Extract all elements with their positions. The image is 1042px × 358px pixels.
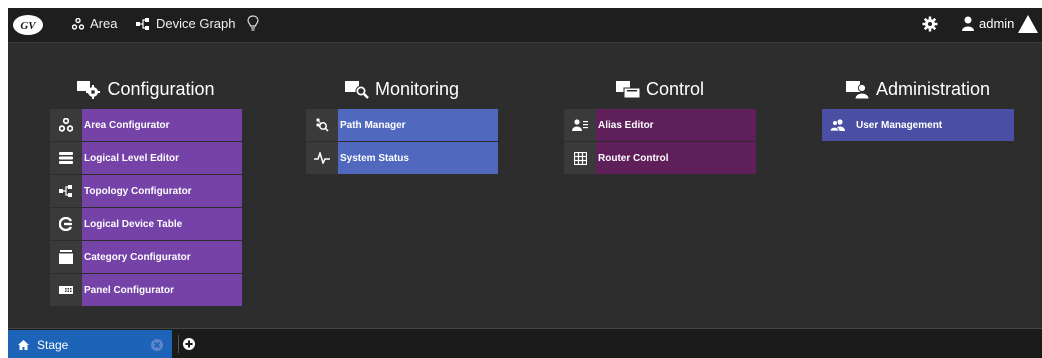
tile-label: Panel Configurator <box>82 274 242 306</box>
control-icon <box>615 81 640 99</box>
user-icon <box>962 16 974 31</box>
alias-icon <box>572 119 588 131</box>
topology-icon <box>59 185 72 197</box>
grid-icon <box>573 151 587 165</box>
nav-area-label: Area <box>90 16 118 31</box>
logical-device-icon <box>59 217 73 231</box>
tile-label: Category Configurator <box>82 241 242 273</box>
tile-label: Logical Level Editor <box>82 142 242 174</box>
tile-alias-editor[interactable]: Alias Editor <box>564 109 756 141</box>
path-manager-icon <box>316 118 329 132</box>
panel-icon <box>59 286 73 294</box>
control-section: Control Alias Editor Router Control <box>564 76 756 175</box>
tile-label: Topology Configurator <box>82 175 242 207</box>
tile-label: Area Configurator <box>82 109 242 141</box>
monitoring-heading: Monitoring <box>306 76 498 102</box>
tile-label: Logical Device Table <box>82 208 242 240</box>
nav-device-graph-label: Device Graph <box>156 16 236 31</box>
control-heading: Control <box>564 76 756 102</box>
tile-category-configurator[interactable]: Category Configurator <box>50 241 242 273</box>
administration-icon <box>845 81 870 99</box>
area-icon <box>59 118 73 132</box>
configuration-icon <box>77 81 101 99</box>
tab-divider <box>178 335 179 353</box>
tile-user-management[interactable]: User Management <box>822 109 1014 141</box>
tab-bar: Stage <box>8 328 1042 358</box>
users-icon <box>830 119 845 131</box>
tile-logical-level-editor[interactable]: Logical Level Editor <box>50 142 242 174</box>
monitoring-title: Monitoring <box>374 78 460 99</box>
hint-button[interactable] <box>247 15 259 31</box>
tab-stage[interactable]: Stage <box>8 330 172 358</box>
tile-path-manager[interactable]: Path Manager <box>306 109 498 141</box>
tile-router-control[interactable]: Router Control <box>564 142 756 174</box>
gv-logo-icon[interactable]: GV <box>12 13 46 37</box>
tile-panel-configurator[interactable]: Panel Configurator <box>50 274 242 306</box>
administration-heading: Administration <box>822 76 1014 102</box>
control-title: Control <box>645 78 705 99</box>
configuration-title: Configuration <box>107 78 215 99</box>
levels-icon <box>59 152 73 164</box>
pulse-icon <box>314 152 330 164</box>
app-window: GV Area Device Graph admin Configuration… <box>8 8 1042 358</box>
user-menu[interactable]: admin <box>962 16 1014 31</box>
svg-text:GV: GV <box>20 20 37 32</box>
administration-title: Administration <box>875 78 991 99</box>
lightbulb-icon <box>247 15 259 31</box>
tile-logical-device-table[interactable]: Logical Device Table <box>50 208 242 240</box>
configuration-section: Configuration Area Configurator Logical … <box>50 76 242 307</box>
top-bar: GV Area Device Graph admin <box>8 8 1042 43</box>
tile-label: System Status <box>338 142 498 174</box>
settings-button[interactable] <box>922 16 938 37</box>
tile-topology-configurator[interactable]: Topology Configurator <box>50 175 242 207</box>
gear-icon <box>922 16 938 32</box>
tile-label: Path Manager <box>338 109 498 141</box>
tile-label: User Management <box>854 109 1014 141</box>
close-tab-icon[interactable] <box>151 339 163 351</box>
area-icon <box>72 17 84 30</box>
tile-system-status[interactable]: System Status <box>306 142 498 174</box>
tile-label: Alias Editor <box>596 109 756 141</box>
warning-icon <box>1018 15 1038 33</box>
nav-device-graph[interactable]: Device Graph <box>136 16 235 31</box>
administration-section: Administration User Management <box>822 76 1014 142</box>
tile-area-configurator[interactable]: Area Configurator <box>50 109 242 141</box>
add-tab-icon[interactable] <box>183 338 195 350</box>
user-name: admin <box>979 16 1015 31</box>
alert-button[interactable] <box>1018 14 1038 39</box>
category-icon <box>59 250 73 264</box>
configuration-heading: Configuration <box>50 76 242 102</box>
monitoring-icon <box>344 81 369 99</box>
monitoring-section: Monitoring Path Manager System Status <box>306 76 498 175</box>
tile-label: Router Control <box>596 142 756 174</box>
tab-stage-label: Stage <box>37 337 69 352</box>
nav-area[interactable]: Area <box>72 16 117 31</box>
device-graph-icon <box>136 17 149 30</box>
home-icon <box>18 339 29 350</box>
